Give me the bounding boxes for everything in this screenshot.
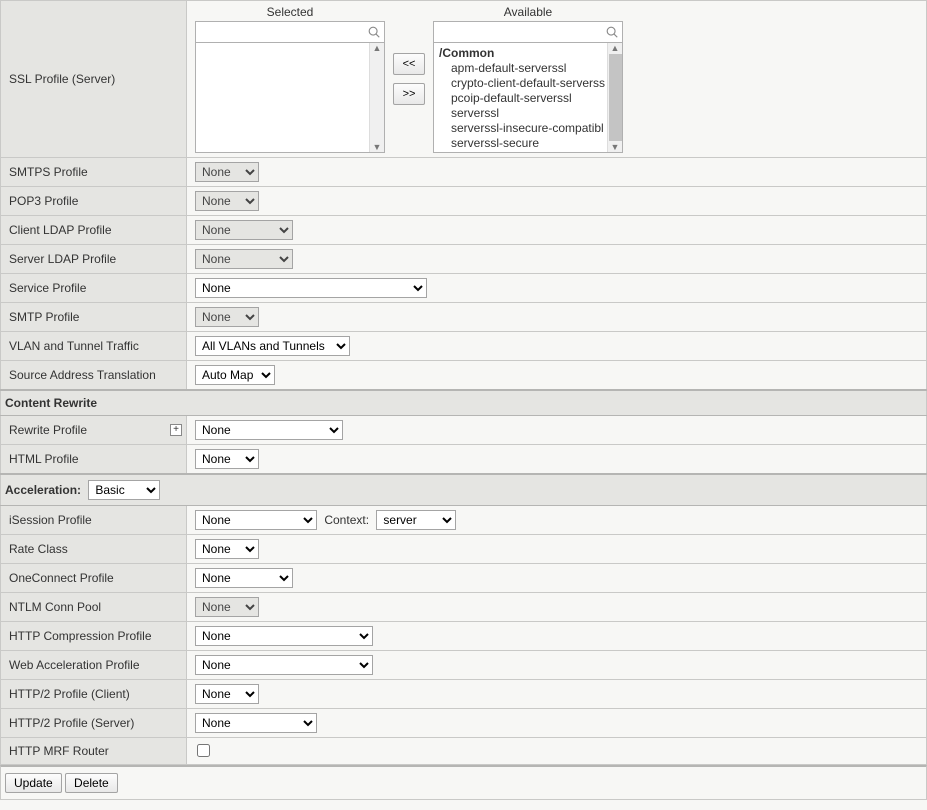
- http-compression-label: HTTP Compression Profile: [1, 622, 187, 651]
- ssl-dual-list: Selected ▲ ▼ << >>: [195, 5, 918, 153]
- smtps-profile-select[interactable]: None: [195, 162, 259, 182]
- oneconnect-profile-select[interactable]: None: [195, 568, 293, 588]
- list-item[interactable]: pcoip-default-serverssl: [439, 91, 604, 106]
- rewrite-profile-label: Rewrite Profile +: [1, 416, 187, 445]
- http2-client-label: HTTP/2 Profile (Client): [1, 680, 187, 709]
- scroll-up-icon[interactable]: ▲: [373, 43, 382, 53]
- update-button[interactable]: Update: [5, 773, 62, 793]
- available-folder[interactable]: /Common: [439, 46, 604, 61]
- smtp-profile-select[interactable]: None: [195, 307, 259, 327]
- rewrite-profile-select[interactable]: None: [195, 420, 343, 440]
- html-profile-select[interactable]: None: [195, 449, 259, 469]
- move-right-button[interactable]: >>: [393, 83, 425, 105]
- rewrite-add-icon[interactable]: +: [170, 424, 182, 436]
- selected-header: Selected: [195, 5, 385, 21]
- selected-listbox[interactable]: ▲ ▼: [195, 43, 385, 153]
- ntlm-conn-pool-select[interactable]: None: [195, 597, 259, 617]
- pop3-profile-select[interactable]: None: [195, 191, 259, 211]
- available-scrollbar[interactable]: ▲ ▼: [607, 43, 622, 152]
- content-rewrite-section: Content Rewrite: [1, 390, 927, 416]
- rate-class-label: Rate Class: [1, 535, 187, 564]
- vlan-traffic-label: VLAN and Tunnel Traffic: [1, 332, 187, 361]
- http2-client-select[interactable]: None: [195, 684, 259, 704]
- vlan-traffic-select[interactable]: All VLANs and Tunnels: [195, 336, 350, 356]
- http2-server-select[interactable]: None: [195, 713, 317, 733]
- service-profile-label: Service Profile: [1, 274, 187, 303]
- server-ldap-profile-label: Server LDAP Profile: [1, 245, 187, 274]
- acceleration-section: Acceleration: Basic: [1, 474, 927, 506]
- scroll-down-icon[interactable]: ▼: [611, 142, 620, 152]
- selected-scrollbar[interactable]: ▲ ▼: [369, 43, 384, 152]
- available-search-input[interactable]: [434, 22, 622, 42]
- http-compression-select[interactable]: None: [195, 626, 373, 646]
- isession-profile-label: iSession Profile: [1, 506, 187, 535]
- snat-select[interactable]: Auto Map: [195, 365, 275, 385]
- isession-context-label: Context:: [324, 513, 369, 527]
- http2-server-label: HTTP/2 Profile (Server): [1, 709, 187, 738]
- footer-bar: Update Delete: [0, 765, 927, 800]
- available-search-wrap: [433, 21, 623, 43]
- scroll-thumb[interactable]: [609, 54, 622, 141]
- list-item[interactable]: crypto-client-default-serverss: [439, 76, 604, 91]
- delete-button[interactable]: Delete: [65, 773, 118, 793]
- move-left-button[interactable]: <<: [393, 53, 425, 75]
- oneconnect-profile-label: OneConnect Profile: [1, 564, 187, 593]
- rate-class-select[interactable]: None: [195, 539, 259, 559]
- server-ldap-profile-select[interactable]: None: [195, 249, 293, 269]
- http-mrf-router-label: HTTP MRF Router: [1, 738, 187, 765]
- http-mrf-router-checkbox[interactable]: [197, 744, 210, 757]
- available-listbox[interactable]: /Common apm-default-serverssl crypto-cli…: [433, 43, 623, 153]
- pop3-profile-label: POP3 Profile: [1, 187, 187, 216]
- isession-context-select[interactable]: server: [376, 510, 456, 530]
- snat-label: Source Address Translation: [1, 361, 187, 391]
- scroll-up-icon[interactable]: ▲: [611, 43, 620, 53]
- selected-search-input[interactable]: [196, 22, 384, 42]
- smtps-profile-label: SMTPS Profile: [1, 158, 187, 187]
- client-ldap-profile-select[interactable]: None: [195, 220, 293, 240]
- ntlm-conn-pool-label: NTLM Conn Pool: [1, 593, 187, 622]
- html-profile-label: HTML Profile: [1, 445, 187, 475]
- list-item[interactable]: serverssl-secure: [439, 136, 604, 151]
- scroll-down-icon[interactable]: ▼: [373, 142, 382, 152]
- web-acceleration-select[interactable]: None: [195, 655, 373, 675]
- list-item[interactable]: serverssl: [439, 106, 604, 121]
- acceleration-mode-select[interactable]: Basic: [88, 480, 160, 500]
- ssl-profile-server-label: SSL Profile (Server): [1, 1, 187, 158]
- available-header: Available: [433, 5, 623, 21]
- list-item[interactable]: serverssl-insecure-compatibl: [439, 121, 604, 136]
- smtp-profile-label: SMTP Profile: [1, 303, 187, 332]
- web-acceleration-label: Web Acceleration Profile: [1, 651, 187, 680]
- client-ldap-profile-label: Client LDAP Profile: [1, 216, 187, 245]
- selected-search-wrap: [195, 21, 385, 43]
- isession-profile-select[interactable]: None: [195, 510, 317, 530]
- list-item[interactable]: apm-default-serverssl: [439, 61, 604, 76]
- service-profile-select[interactable]: None: [195, 278, 427, 298]
